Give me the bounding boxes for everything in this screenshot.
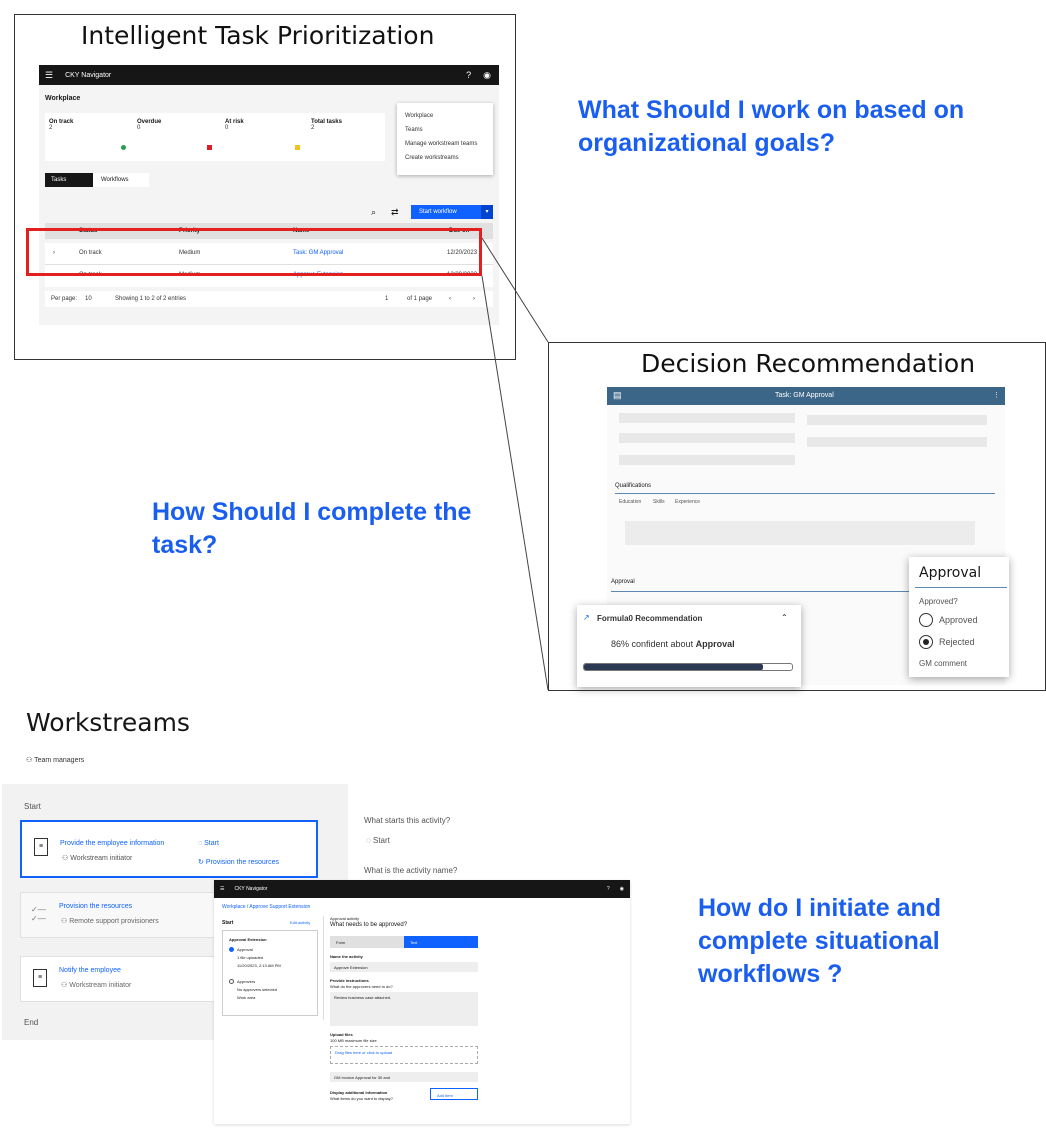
- approval-summary: Approval Extension Approval 1 file uploa…: [222, 930, 318, 1016]
- radio-rejected[interactable]: [919, 635, 933, 649]
- qual-tab[interactable]: Skills: [653, 499, 665, 505]
- side-question-1: What starts this activity?: [364, 816, 451, 825]
- breadcrumb[interactable]: Workplace / Approve Support Extension: [222, 904, 310, 910]
- toggle-form[interactable]: Form: [330, 936, 404, 948]
- approval-section-label: Approval: [611, 579, 635, 585]
- side-question-2: What is the activity name?: [364, 866, 458, 875]
- step-dot: [229, 979, 234, 984]
- step-dot: [229, 947, 234, 952]
- confidence-bar: [583, 663, 793, 671]
- bulb-icon: ◌: [366, 836, 371, 845]
- overflow-icon[interactable]: ⋮: [993, 391, 1000, 399]
- inner-workflow-screen: ☰ CKY Navigator ? ◉ Workplace / Approve …: [214, 880, 630, 1124]
- decision-recommendation-panel: Decision Recommendation ▤ Task: GM Appro…: [548, 342, 1046, 691]
- start-node: Start: [24, 802, 41, 811]
- form-field[interactable]: [619, 413, 795, 423]
- activity-card-provide-info[interactable]: ≡ Provide the employee information ⚇ Wor…: [20, 820, 318, 878]
- approved-question: Approved?: [919, 597, 958, 606]
- approval-card: Approval Approved? Approved Rejected GM …: [909, 557, 1009, 677]
- upload-dropzone[interactable]: Drag files here or click to upload: [330, 1046, 478, 1064]
- group-icon: ⚇: [61, 982, 68, 989]
- approval-divider: [611, 591, 911, 592]
- instructions-textarea[interactable]: Review business case attached.: [330, 992, 478, 1026]
- checklist-icon: ≡: [34, 838, 48, 856]
- bulb-icon: ◌: [198, 840, 203, 847]
- inner-left-panel: Start Edit activity Approval Extension A…: [218, 916, 324, 1020]
- arrow-icon: ↻: [198, 859, 204, 866]
- question-workflows: How do I initiate and complete situation…: [698, 894, 942, 988]
- chevron-up-icon[interactable]: ⌃: [781, 613, 788, 622]
- team-icon: ⚇: [26, 757, 33, 764]
- confidence-bar-fill: [584, 664, 763, 670]
- invoice-select[interactable]: GM Invoice Approval for 30 and: [330, 1072, 478, 1082]
- checklist-icon: ✓— ✓—: [31, 905, 46, 923]
- activity-sub: ⚇ Workstream initiator: [62, 855, 133, 862]
- question-complete-task: How Should I complete the task?: [152, 498, 472, 559]
- workstreams-title: Workstreams: [26, 708, 190, 737]
- activity-side-panel: What starts this activity? ◌ Start What …: [348, 796, 528, 886]
- qual-tab[interactable]: Experience: [675, 499, 700, 505]
- approval-card-title: Approval: [919, 565, 982, 581]
- radio-approved[interactable]: [919, 613, 933, 627]
- menu-icon[interactable]: ▤: [613, 390, 622, 401]
- form-field[interactable]: [619, 455, 795, 465]
- panel-title: Decision Recommendation: [641, 349, 976, 378]
- activity-sub: ⚇ Workstream initiator: [61, 982, 132, 989]
- inner-start: Start: [222, 920, 234, 926]
- qual-tab[interactable]: Education: [619, 499, 641, 505]
- activity-card-provision[interactable]: ✓— ✓— Provision the resources ⚇ Remote su…: [20, 892, 220, 938]
- qualifications-divider: [615, 493, 995, 494]
- edit-activity-link[interactable]: Edit activity: [290, 920, 310, 925]
- next-start-link[interactable]: ◌ Start: [198, 840, 219, 847]
- qualifications-label: Qualifications: [615, 483, 652, 489]
- task-bar: ▤ Task: GM Approval ⋮: [607, 387, 1005, 405]
- help-icon[interactable]: ?: [607, 886, 610, 892]
- recommendation-title: Formula0 Recommendation: [597, 614, 703, 623]
- trend-icon: ↗: [583, 613, 590, 622]
- radio-dot: [923, 639, 929, 645]
- activity-card-notify[interactable]: ≡ Notify the employee ⚇ Workstream initi…: [20, 956, 220, 1002]
- inner-form: Approval activity What needs to be appro…: [330, 916, 480, 1120]
- user-icon[interactable]: ◉: [620, 886, 624, 892]
- group-icon: ⚇: [62, 855, 69, 862]
- app-header: ☰ CKY Navigator ? ◉: [214, 880, 630, 898]
- form-field[interactable]: [619, 433, 795, 443]
- checklist-icon: ≡: [33, 969, 47, 987]
- next-provision-link[interactable]: ↻ Provision the resources: [198, 858, 279, 866]
- qualifications-list: [625, 521, 975, 545]
- group-icon: ⚇: [61, 918, 68, 925]
- activity-name-input[interactable]: Approve Extension: [330, 962, 478, 972]
- form-field[interactable]: [807, 437, 987, 447]
- card-divider: [915, 587, 1007, 588]
- toggle-text[interactable]: Text: [404, 936, 478, 948]
- form-field[interactable]: [807, 415, 987, 425]
- side-answer-1: ◌ Start: [366, 836, 390, 845]
- radio-approved-label: Approved: [939, 615, 978, 625]
- radio-rejected-label: Rejected: [939, 637, 975, 647]
- gm-comment-label: GM comment: [919, 659, 968, 668]
- confidence-text: 86% confident about Approval: [611, 639, 735, 649]
- recommendation-card: ↗ Formula0 Recommendation ⌃ 86% confiden…: [577, 605, 801, 687]
- team-label: ⚇ Team managers: [26, 757, 85, 764]
- end-node: End: [24, 1018, 39, 1027]
- add-item-button[interactable]: Add item: [430, 1088, 478, 1100]
- activity-sub: ⚇ Remote support provisioners: [61, 918, 159, 925]
- menu-icon[interactable]: ☰: [220, 886, 224, 892]
